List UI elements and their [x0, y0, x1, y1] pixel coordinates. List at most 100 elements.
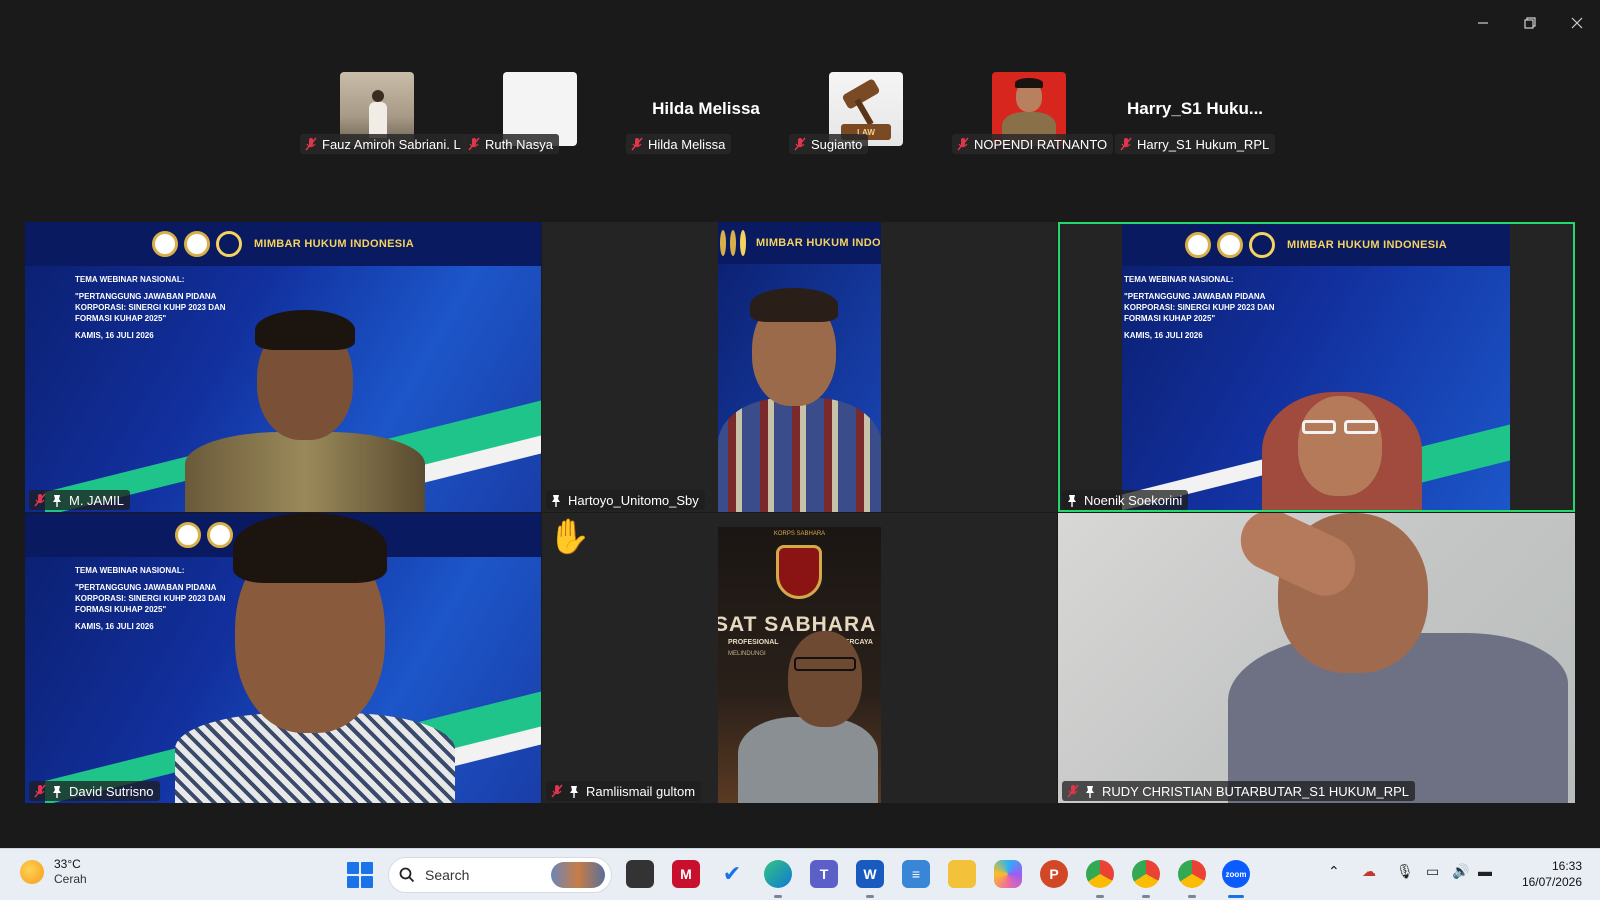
theme-line: "PERTANGGUNG JAWABAN PIDANA — [75, 292, 217, 301]
theme-line: FORMASI KUHAP 2025" — [1124, 314, 1216, 323]
pin-icon — [552, 494, 560, 507]
participant-name-tag: M. JAMIL — [29, 490, 130, 510]
theme-line: "PERTANGGUNG JAWABAN PIDANA — [1124, 292, 1266, 301]
teams-icon[interactable]: T — [810, 860, 838, 888]
search-highlight-image — [551, 862, 605, 888]
chrome-profile-icon[interactable] — [1132, 860, 1160, 888]
copilot-icon[interactable] — [994, 860, 1022, 888]
weather-sun-icon — [20, 860, 44, 884]
battery-icon[interactable]: ▬ — [1478, 863, 1492, 879]
pin-icon — [53, 785, 61, 798]
restore-button[interactable] — [1506, 0, 1553, 46]
banner-header: MIMBAR HUKUM INDONESIA — [25, 222, 541, 266]
windows-logo-icon — [347, 862, 359, 874]
logo-icon — [216, 231, 242, 257]
show-hidden-icons-chevron-icon[interactable]: ⌃ — [1328, 863, 1340, 880]
banner-date: KAMIS, 16 JULI 2026 — [1124, 331, 1203, 340]
sat-title: SAT SABHARA — [718, 613, 877, 636]
participant-name: David Sutrisno — [69, 783, 154, 799]
participant-name: RUDY CHRISTIAN BUTARBUTAR_S1 HUKUM_RPL — [1102, 783, 1409, 799]
strip-participant[interactable]: Ruth Nasya — [463, 72, 623, 162]
sat-motto: MELINDUNGI — [728, 651, 766, 657]
clock-date: 16/07/2026 — [1521, 875, 1582, 889]
running-indicator — [1142, 895, 1150, 898]
mic-off-icon — [34, 493, 46, 507]
banner-title: MIMBAR HUKUM INDONESIA — [254, 238, 414, 250]
logo-icon — [730, 230, 736, 256]
mic-off-icon — [794, 137, 806, 151]
logo-icon — [152, 231, 178, 257]
strip-name-tag: Hilda Melissa — [626, 134, 732, 154]
strip-name: NOPENDI RATNANTO — [974, 136, 1108, 152]
strip-name-tag: Fauz Amiroh Sabriani. L — [300, 134, 467, 154]
logo-icon — [720, 230, 726, 256]
minimize-icon — [1477, 22, 1488, 24]
word-icon[interactable]: W — [856, 860, 884, 888]
participant-video: KORPS SABHARA SAT SABHARA PROFESIONAL TE… — [718, 527, 881, 803]
strip-participant[interactable]: LAW Sugianto — [789, 72, 949, 162]
strip-participant[interactable]: Hilda Melissa Hilda Melissa — [626, 72, 786, 162]
participant-name-tag: RUDY CHRISTIAN BUTARBUTAR_S1 HUKUM_RPL — [1062, 781, 1415, 801]
mic-off-icon — [1067, 784, 1079, 798]
minimize-button[interactable] — [1459, 0, 1506, 46]
strip-name: Harry_S1 Hukum_RPL — [1137, 136, 1270, 152]
video-tile[interactable]: TEMA WEBINAR NASIONAL: "PERTANGGUNG JAWA… — [25, 513, 541, 803]
mic-off-icon — [1120, 137, 1132, 151]
close-icon — [1571, 17, 1582, 29]
participant-video — [165, 513, 465, 803]
task-view-icon[interactable] — [626, 860, 654, 888]
chrome-icon[interactable] — [1086, 860, 1114, 888]
participant-video — [175, 302, 435, 512]
notepad-icon[interactable]: ≡ — [902, 860, 930, 888]
microphone-icon[interactable]: 🎙 — [1396, 863, 1414, 880]
mic-off-icon — [551, 784, 563, 798]
taskbar-search[interactable]: Search — [388, 857, 612, 893]
strip-participant[interactable]: Fauz Amiroh Sabriani. L — [300, 72, 467, 162]
participant-name: Hartoyo_Unitomo_Sby — [568, 492, 699, 508]
video-tile-active-speaker[interactable]: MIMBAR HUKUM INDONESIA TEMA WEBINAR NASI… — [1058, 222, 1575, 512]
logo-icon — [1185, 232, 1211, 258]
start-button[interactable] — [347, 862, 373, 888]
weather-temp: 33°C — [54, 857, 81, 871]
powerpoint-icon[interactable]: P — [1040, 860, 1068, 888]
windows-logo-icon — [347, 876, 359, 888]
strip-name: Fauz Amiroh Sabriani. L — [322, 136, 461, 152]
video-tile[interactable]: MIMBAR HUKUM INDONESIA Hartoyo_Unitomo_S… — [542, 222, 1057, 512]
mic-off-icon — [631, 137, 643, 151]
active-app-indicator — [1228, 895, 1244, 898]
strip-participant[interactable]: Harry_S1 Huku... Harry_S1 Hukum_RPL — [1115, 72, 1276, 162]
participant-figure — [1252, 352, 1432, 510]
strip-participant[interactable]: NOPENDI RATNANTO — [952, 72, 1114, 162]
mic-off-icon — [34, 784, 46, 798]
theme-line: KORPORASI: SINERGI KUHP 2023 DAN — [1124, 303, 1275, 312]
banner-title: MIMBAR HUKUM INDONESIA — [1287, 239, 1447, 251]
weather-widget[interactable]: 33°C Cerah — [20, 857, 87, 887]
strip-name-tag: Harry_S1 Hukum_RPL — [1115, 134, 1276, 154]
close-button[interactable] — [1553, 0, 1600, 46]
weather-condition: Cerah — [54, 872, 87, 886]
volume-icon[interactable]: 🔊 — [1452, 863, 1469, 880]
search-icon — [399, 867, 415, 883]
todo-check-icon[interactable]: ✔ — [718, 860, 746, 888]
strip-name: Ruth Nasya — [485, 136, 553, 152]
video-tile[interactable]: ✋ KORPS SABHARA SAT SABHARA PROFESIONAL … — [542, 513, 1057, 803]
restore-icon — [1523, 17, 1536, 29]
clock-time: 16:33 — [1551, 859, 1582, 873]
file-explorer-icon[interactable] — [948, 860, 976, 888]
mcafee-icon[interactable]: M — [672, 860, 700, 888]
chrome-profile-icon[interactable] — [1178, 860, 1206, 888]
onedrive-status-icon[interactable]: ☁ — [1362, 863, 1376, 880]
edge-browser-icon[interactable] — [764, 860, 792, 888]
mic-off-icon — [468, 137, 480, 151]
zoom-icon[interactable]: zoom — [1222, 860, 1250, 888]
system-clock[interactable]: 16:33 16/07/2026 — [1522, 858, 1582, 890]
theme-label: TEMA WEBINAR NASIONAL: — [75, 275, 185, 284]
video-tile[interactable]: RUDY CHRISTIAN BUTARBUTAR_S1 HUKUM_RPL — [1058, 513, 1575, 803]
strip-name-tag: NOPENDI RATNANTO — [952, 134, 1114, 154]
participant-name: Ramliismail gultom — [586, 783, 696, 799]
participant-video: MIMBAR HUKUM INDONESIA TEMA WEBINAR NASI… — [1122, 224, 1510, 510]
network-icon[interactable]: ▭ — [1426, 863, 1439, 880]
pin-icon — [570, 785, 578, 798]
video-tile[interactable]: MIMBAR HUKUM INDONESIA TEMA WEBINAR NASI… — [25, 222, 541, 512]
strip-name-tag: Sugianto — [789, 134, 869, 154]
